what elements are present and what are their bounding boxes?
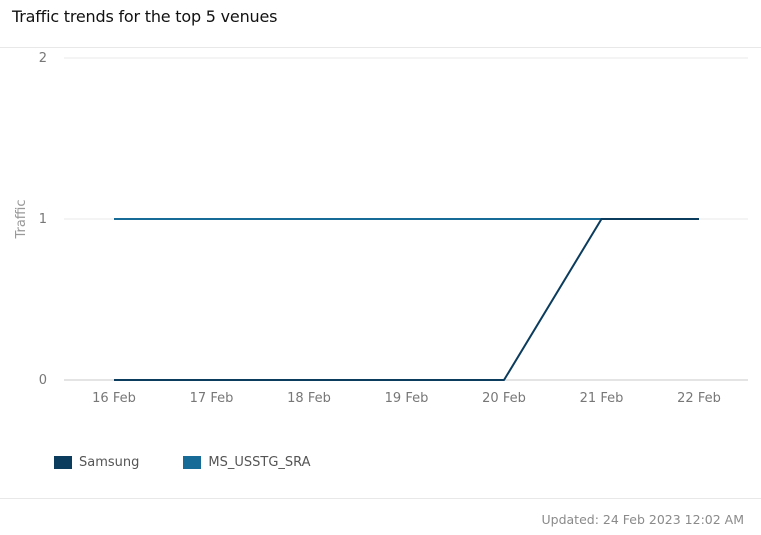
footer-divider xyxy=(0,498,761,499)
x-tick-label: 18 Feb xyxy=(287,391,331,406)
series-line-samsung xyxy=(114,218,699,381)
y-axis-label: Traffic xyxy=(14,199,29,239)
x-tick-label: 19 Feb xyxy=(385,391,429,406)
updated-timestamp: Updated: 24 Feb 2023 12:02 AM xyxy=(541,512,745,527)
legend-swatch xyxy=(183,456,202,469)
y-tick-label: 2 xyxy=(39,51,47,66)
x-tick-label: 21 Feb xyxy=(580,391,624,406)
legend-label: Samsung xyxy=(79,455,140,470)
traffic-trends-card: Traffic trends for the top 5 venues 012T… xyxy=(0,0,761,535)
x-tick-label: 16 Feb xyxy=(92,391,136,406)
x-tick-label: 17 Feb xyxy=(190,391,234,406)
traffic-line-chart: 0 1 2 Traffic 16 Feb 17 Feb 18 Feb 19 Feb 20 Feb… xyxy=(14,51,748,406)
legend-item-samsung[interactable]: Samsung xyxy=(54,455,139,470)
x-tick-label: 20 Feb xyxy=(482,391,526,406)
y-tick-label: 1 xyxy=(39,212,47,227)
x-tick-label: 22 Feb xyxy=(677,391,721,406)
y-tick-label: 0 xyxy=(39,373,47,388)
legend-label: MS_USSTG_SRA xyxy=(208,455,311,470)
legend-swatch xyxy=(54,456,72,469)
legend-item-ms-usstg-sra[interactable]: MS_USSTG_SRA xyxy=(183,455,311,470)
chart-legend: Samsung MS_USSTG_SRA xyxy=(54,455,311,470)
